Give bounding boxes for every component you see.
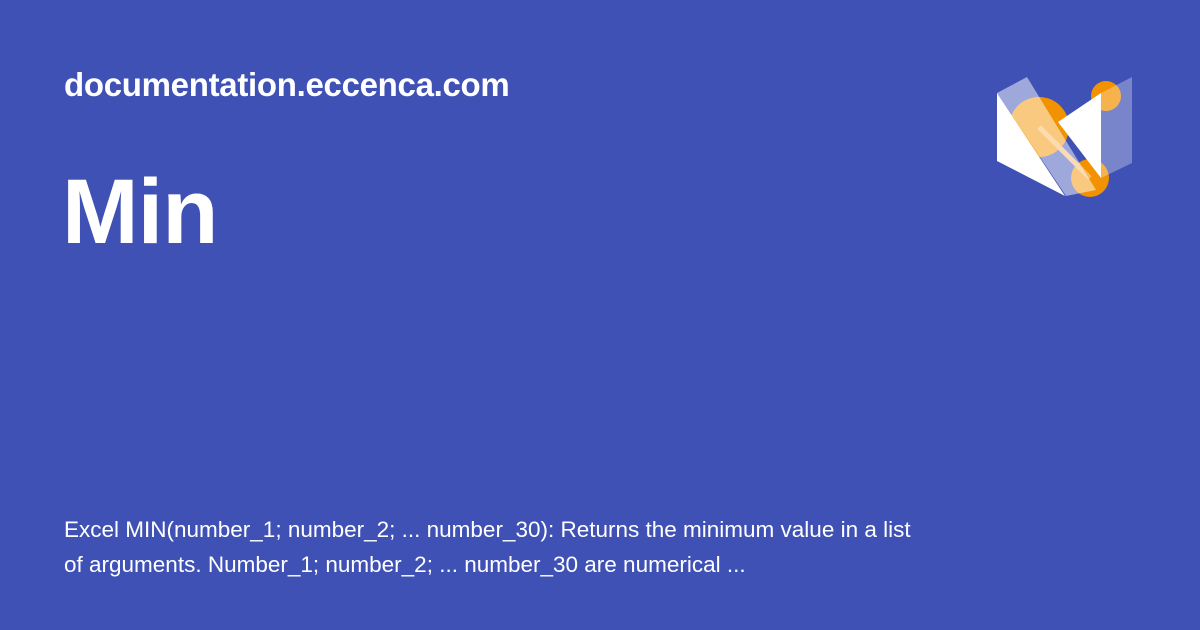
eccenca-logo-icon xyxy=(997,77,1132,197)
